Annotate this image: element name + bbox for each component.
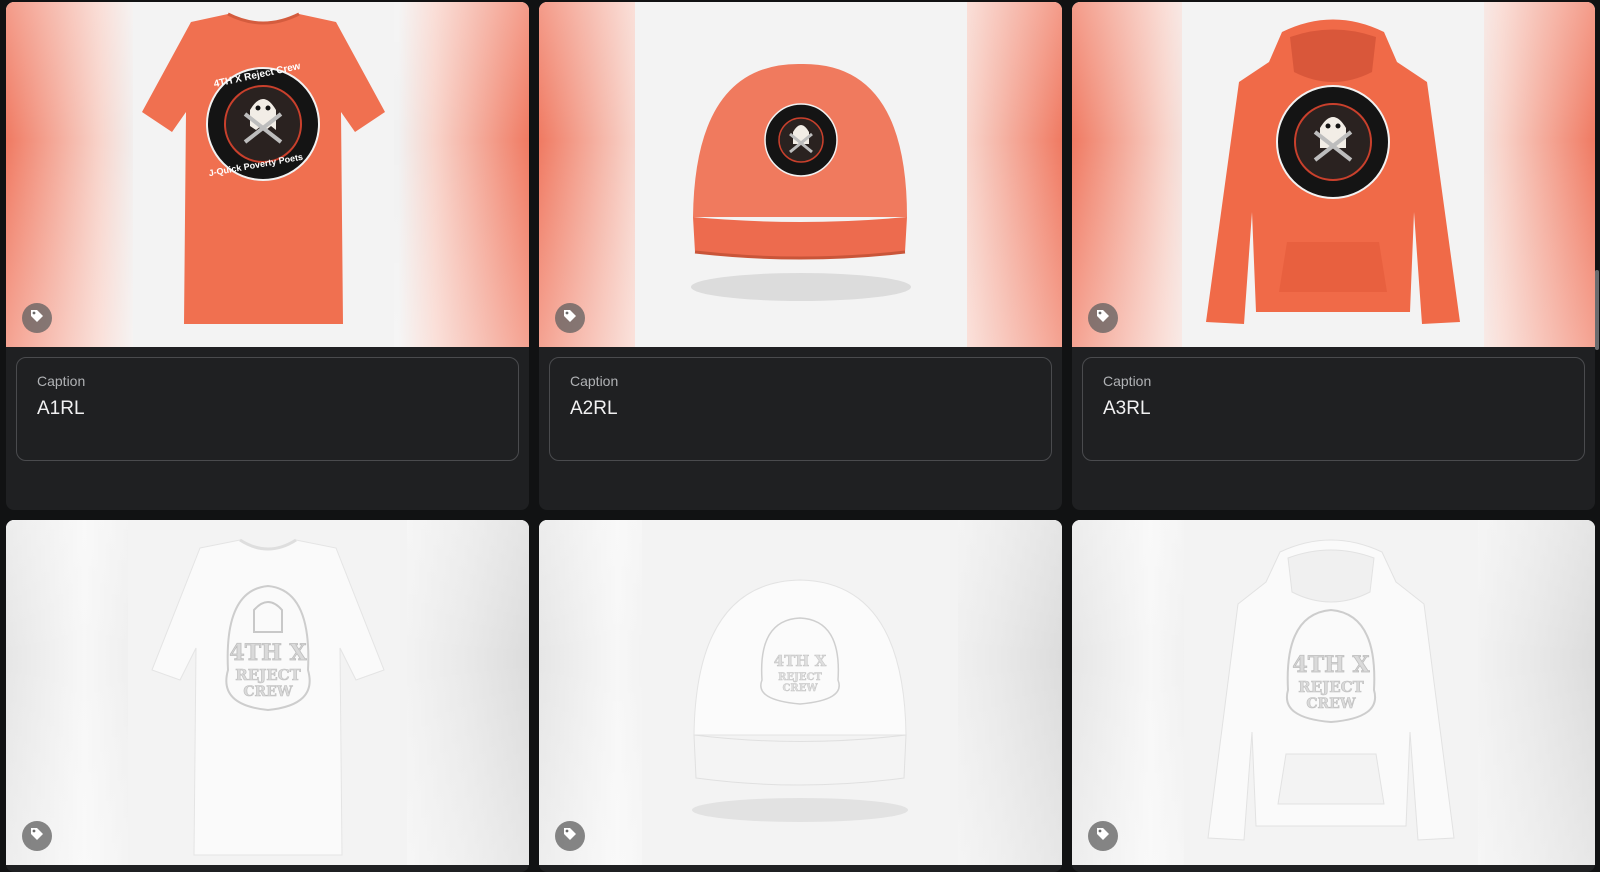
product-card[interactable]: 4TH X REJECT CREW [539, 520, 1062, 872]
caption-field[interactable]: Caption A3RL [1082, 357, 1585, 461]
svg-text:4TH X: 4TH X [1292, 652, 1370, 678]
caption-label: Caption [37, 373, 86, 389]
caption-value[interactable]: A2RL [570, 396, 1031, 422]
caption-value[interactable]: A1RL [37, 396, 498, 422]
tag-button[interactable] [555, 821, 585, 851]
product-image[interactable]: 4TH X REJECT CREW [6, 520, 529, 865]
tag-icon [562, 308, 578, 329]
svg-text:4TH X: 4TH X [774, 652, 827, 670]
tag-button[interactable] [22, 821, 52, 851]
product-card[interactable]: Caption A3RL [1072, 2, 1595, 510]
caption-field[interactable]: Caption A1RL [16, 357, 519, 461]
svg-text:REJECT: REJECT [235, 666, 301, 684]
caption-value[interactable]: A3RL [1103, 396, 1564, 422]
svg-text:4TH X: 4TH X [229, 640, 307, 666]
product-image[interactable]: 4TH X REJECT CREW [539, 520, 1062, 865]
product-card[interactable]: 4TH X Reject Crew J-Quick Poverty Poets … [6, 2, 529, 510]
tag-button[interactable] [555, 303, 585, 333]
caption-label: Caption [1103, 373, 1152, 389]
product-image[interactable]: 4TH X REJECT CREW [1072, 520, 1595, 865]
hoodie-image: 4TH X REJECT CREW [1184, 520, 1478, 865]
tag-button[interactable] [1088, 821, 1118, 851]
svg-text:REJECT: REJECT [1298, 678, 1364, 696]
caption-label: Caption [570, 373, 619, 389]
svg-text:CREW: CREW [243, 684, 292, 700]
tag-icon [29, 308, 45, 329]
tshirt-image: 4TH X Reject Crew J-Quick Poverty Poets [133, 2, 394, 347]
tag-icon [1095, 826, 1111, 847]
product-gallery: 4TH X Reject Crew J-Quick Poverty Poets … [6, 2, 1596, 872]
product-card[interactable]: 4TH X REJECT CREW [1072, 520, 1595, 872]
product-image[interactable] [539, 2, 1062, 347]
svg-text:CREW: CREW [782, 683, 818, 694]
product-image[interactable] [1072, 2, 1595, 347]
tag-button[interactable] [1088, 303, 1118, 333]
product-card[interactable]: 4TH X REJECT CREW [6, 520, 529, 872]
tag-button[interactable] [22, 303, 52, 333]
product-card[interactable]: Caption A2RL [539, 2, 1062, 510]
tag-icon [1095, 308, 1111, 329]
product-image[interactable]: 4TH X Reject Crew J-Quick Poverty Poets [6, 2, 529, 347]
svg-text:CREW: CREW [1306, 696, 1355, 712]
tag-icon [29, 826, 45, 847]
caption-field[interactable]: Caption A2RL [549, 357, 1052, 461]
svg-text:REJECT: REJECT [778, 672, 822, 683]
scrollbar-thumb[interactable] [1595, 270, 1599, 350]
cap-image [635, 2, 967, 347]
hoodie-image [1182, 2, 1484, 347]
tshirt-image: 4TH X REJECT CREW [128, 520, 407, 865]
tag-icon [562, 826, 578, 847]
cap-image: 4TH X REJECT CREW [642, 520, 958, 865]
